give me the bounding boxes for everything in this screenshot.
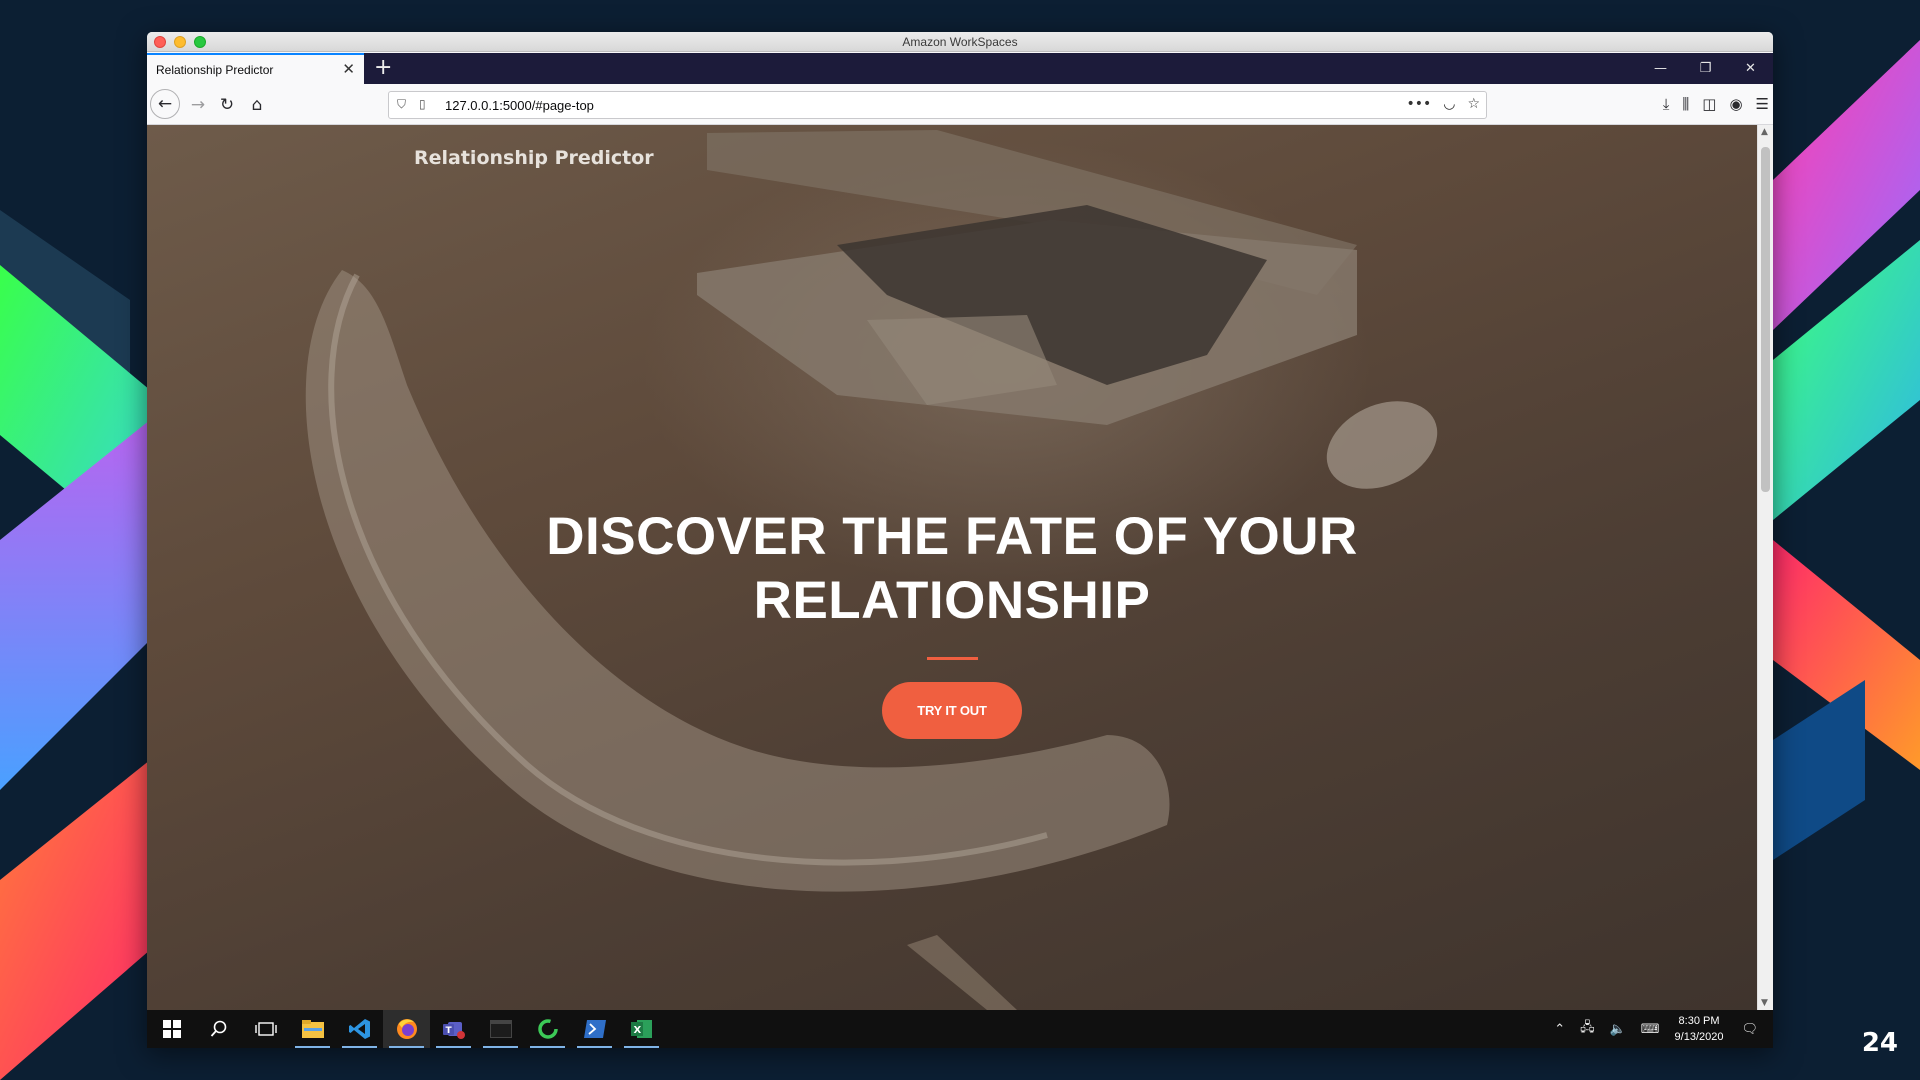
library-icon[interactable]: ⫼ — [1682, 95, 1689, 113]
browser-tab[interactable]: Relationship Predictor ✕ — [147, 53, 364, 84]
url-bar[interactable]: ⛉ ▯ 127.0.0.1:5000/#page-top ••• ◡ ☆ — [388, 91, 1487, 119]
tracking-shield-icon[interactable]: ⛉ — [397, 97, 406, 112]
tab-strip: Relationship Predictor ✕ + — ❐ ✕ — [147, 53, 1773, 84]
clock[interactable]: 8:30 PM 9/13/2020 — [1675, 1013, 1724, 1045]
accent-divider — [926, 657, 978, 660]
scroll-down-icon[interactable]: ▼ — [1761, 998, 1768, 1008]
browser-window-controls: — ❐ ✕ — [1638, 53, 1773, 84]
clock-date: 9/13/2020 — [1674, 1031, 1724, 1043]
menu-icon[interactable]: ☰ — [1756, 95, 1769, 113]
notifications-icon[interactable]: 🗨 — [1741, 1022, 1758, 1037]
firefox-icon[interactable] — [383, 1010, 430, 1048]
teams-icon[interactable]: T — [430, 1010, 477, 1048]
minimize-icon[interactable]: — — [1638, 53, 1683, 84]
windows-taskbar: T X ⌃ 🖧 🔈 ⌨ 8:30 PM 9/13/2020 🗨 — [147, 1010, 1773, 1048]
search-icon[interactable] — [195, 1010, 242, 1048]
tab-close-icon[interactable]: ✕ — [342, 61, 355, 77]
powershell-icon[interactable] — [571, 1010, 618, 1048]
reload-icon[interactable]: ↻ — [213, 91, 241, 119]
clock-time: 8:30 PM — [1678, 1015, 1720, 1027]
masthead: DISCOVER THE FATE OF YOUR RELATIONSHIP T… — [147, 505, 1757, 739]
navbar-brand[interactable]: Relationship Predictor — [414, 147, 654, 169]
forward-icon[interactable]: → — [184, 91, 212, 119]
file-explorer-icon[interactable] — [289, 1010, 336, 1048]
tab-title: Relationship Predictor — [156, 63, 274, 77]
downloads-icon[interactable]: ⤓ — [1663, 95, 1670, 113]
windows-start-icon[interactable] — [148, 1010, 195, 1048]
vscode-icon[interactable] — [336, 1010, 383, 1048]
cycle-app-icon[interactable] — [524, 1010, 571, 1048]
toolbar-right: ⤓ ⫼ ◫ ◉ ☰ — [1663, 95, 1769, 113]
headline: DISCOVER THE FATE OF YOUR RELATIONSHIP — [147, 505, 1757, 633]
svg-text:T: T — [445, 1026, 452, 1036]
try-it-out-button[interactable]: TRY IT OUT — [882, 682, 1022, 739]
network-icon[interactable]: 🖧 — [1580, 1018, 1595, 1040]
system-tray: ⌃ 🖧 🔈 ⌨ 8:30 PM 9/13/2020 🗨 — [1554, 1010, 1773, 1048]
page-scrollbar[interactable]: ▲ ▼ — [1757, 125, 1773, 1010]
scroll-up-icon[interactable]: ▲ — [1761, 127, 1768, 137]
window-title: Amazon WorkSpaces — [902, 35, 1018, 49]
navigation-toolbar: ← → ↻ ⌂ ⛉ ▯ 127.0.0.1:5000/#page-top •••… — [147, 84, 1773, 125]
mac-titlebar: Amazon WorkSpaces — [147, 32, 1773, 52]
web-page: Relationship Predictor DISCOVER THE FATE… — [147, 125, 1757, 1010]
restore-icon[interactable]: ❐ — [1683, 53, 1728, 84]
svg-text:X: X — [633, 1025, 641, 1036]
remote-desktop-window: Amazon WorkSpaces Relationship Predictor… — [147, 32, 1773, 1048]
back-icon[interactable]: ← — [150, 89, 180, 119]
close-icon[interactable]: ✕ — [1728, 53, 1773, 84]
url-text[interactable]: 127.0.0.1:5000/#page-top — [445, 98, 594, 113]
headline-line-1: DISCOVER THE FATE OF YOUR — [546, 507, 1358, 566]
terminal-icon[interactable] — [477, 1010, 524, 1048]
excel-icon[interactable]: X — [618, 1010, 665, 1048]
pocket-icon[interactable]: ◡ — [1443, 96, 1455, 112]
slide-number: 24 — [1861, 1028, 1898, 1058]
show-hidden-icons-icon[interactable]: ⌃ — [1554, 1022, 1565, 1037]
page-actions-icon[interactable]: ••• — [1406, 96, 1431, 112]
page-info-icon[interactable]: ▯ — [419, 97, 426, 111]
account-icon[interactable]: ◉ — [1729, 95, 1742, 113]
volume-icon[interactable]: 🔈 — [1610, 1022, 1626, 1037]
url-actions: ••• ◡ ☆ — [1406, 96, 1480, 112]
sidebar-icon[interactable]: ◫ — [1702, 95, 1716, 113]
headline-line-2: RELATIONSHIP — [753, 571, 1151, 630]
new-tab-button[interactable]: + — [374, 56, 392, 80]
home-icon[interactable]: ⌂ — [243, 91, 271, 119]
keyboard-icon[interactable]: ⌨ — [1641, 1022, 1660, 1037]
task-view-icon[interactable] — [242, 1010, 289, 1048]
bookmark-star-icon[interactable]: ☆ — [1467, 96, 1480, 112]
scroll-thumb[interactable] — [1761, 147, 1770, 492]
